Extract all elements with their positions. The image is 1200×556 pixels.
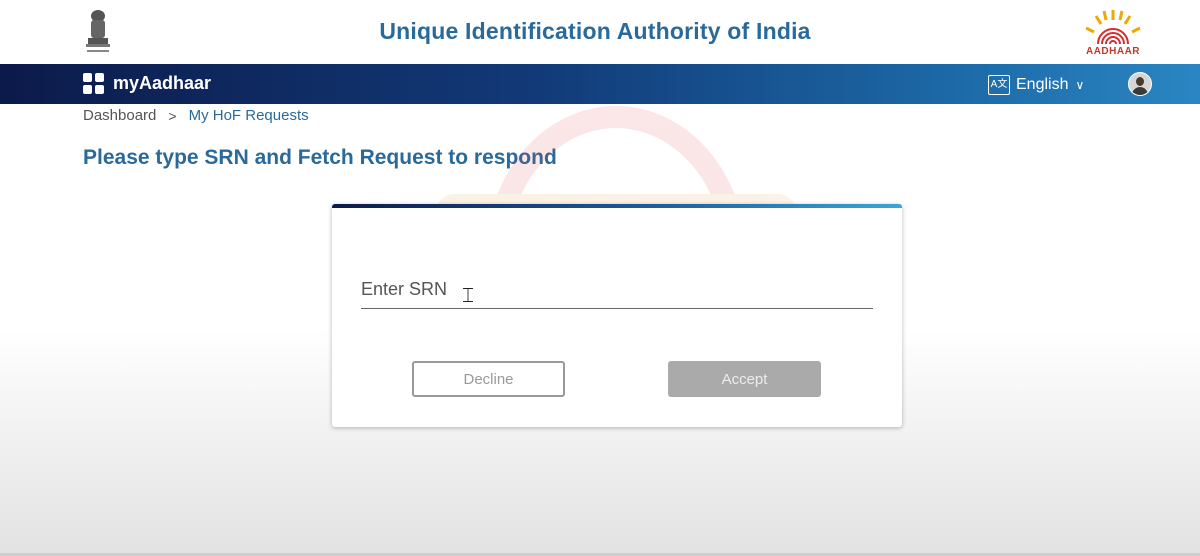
- accept-button[interactable]: Accept: [668, 361, 821, 397]
- site-title: Unique Identification Authority of India: [379, 18, 811, 44]
- user-avatar-icon[interactable]: [1128, 72, 1152, 96]
- language-label: English: [1016, 76, 1069, 93]
- card-accent-strip: [332, 204, 902, 208]
- chevron-right-icon: >: [168, 107, 177, 124]
- language-selector[interactable]: A文 English ∨: [988, 74, 1084, 96]
- top-header: Unique Identification Authority of India…: [0, 0, 1200, 64]
- srn-input[interactable]: [361, 272, 873, 306]
- translate-icon: A文: [988, 75, 1010, 95]
- chevron-down-icon: ∨: [1075, 78, 1085, 92]
- brand-name[interactable]: myAadhaar: [113, 73, 211, 94]
- text-cursor-icon: ⌶: [462, 283, 474, 307]
- breadcrumb-dashboard[interactable]: Dashboard: [83, 107, 156, 124]
- breadcrumb: Dashboard > My HoF Requests: [83, 107, 309, 124]
- aadhaar-logo-text: AADHAAR: [1085, 46, 1141, 57]
- aadhaar-logo-icon: AADHAAR: [1076, 6, 1150, 58]
- navbar: myAadhaar A文 English ∨: [0, 64, 1200, 104]
- page-title: Please type SRN and Fetch Request to res…: [83, 146, 557, 169]
- srn-field: [361, 272, 873, 309]
- decline-button[interactable]: Decline: [412, 361, 565, 397]
- breadcrumb-hof-requests: My HoF Requests: [188, 107, 309, 124]
- srn-card: Decline Accept: [332, 204, 902, 427]
- grid-apps-icon[interactable]: [83, 73, 105, 95]
